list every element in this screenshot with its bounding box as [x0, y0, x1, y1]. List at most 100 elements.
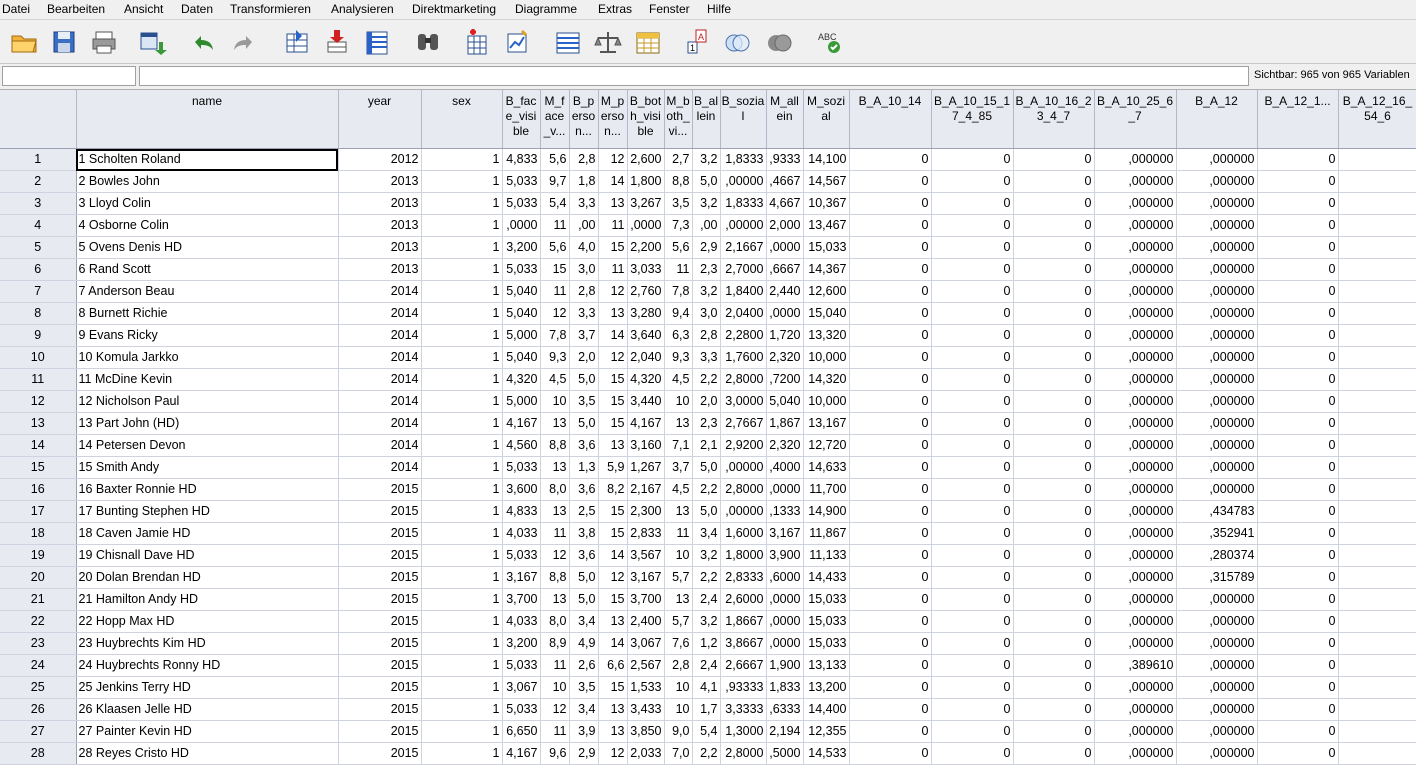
- data-cell[interactable]: ,000000: [1094, 610, 1177, 633]
- data-cell[interactable]: 2,4: [692, 588, 721, 611]
- data-cell[interactable]: 1,3000: [720, 720, 767, 743]
- data-cell[interactable]: 0: [1013, 412, 1095, 435]
- data-cell[interactable]: [1338, 368, 1416, 391]
- data-cell[interactable]: 3,280: [627, 302, 665, 325]
- cell-value-field[interactable]: [139, 66, 1249, 86]
- column-header-b-a-10-14[interactable]: B_A_10_14: [849, 90, 932, 149]
- data-cell[interactable]: 2,9: [692, 236, 721, 259]
- weight-cases-button[interactable]: [591, 26, 625, 58]
- data-cell[interactable]: 3,3: [569, 192, 599, 215]
- data-cell[interactable]: 0: [931, 390, 1014, 413]
- data-cell[interactable]: 1: [421, 214, 503, 237]
- data-cell[interactable]: ,000000: [1094, 456, 1177, 479]
- data-cell[interactable]: [1338, 148, 1416, 171]
- data-cell[interactable]: 14,633: [803, 456, 850, 479]
- data-cell[interactable]: 2,2: [692, 566, 721, 589]
- data-cell[interactable]: [1338, 456, 1416, 479]
- data-cell[interactable]: 2,3: [692, 412, 721, 435]
- cell-name[interactable]: 8 Burnett Richie: [76, 302, 339, 325]
- data-cell[interactable]: 1: [421, 412, 503, 435]
- data-cell[interactable]: 0: [1257, 456, 1339, 479]
- column-header-b-face-visible[interactable]: B_face_visible: [502, 90, 541, 149]
- data-cell[interactable]: [1338, 500, 1416, 523]
- data-cell[interactable]: 11: [540, 280, 570, 303]
- data-cell[interactable]: 0: [1013, 258, 1095, 281]
- menu-diagramme[interactable]: Diagramme: [515, 2, 577, 16]
- data-cell[interactable]: 9,6: [540, 742, 570, 765]
- data-cell[interactable]: 1,720: [766, 324, 804, 347]
- column-header-b-a-12-16-54-6[interactable]: B_A_12_16_54_6: [1338, 90, 1416, 149]
- data-cell[interactable]: 1: [421, 368, 503, 391]
- data-cell[interactable]: 0: [931, 632, 1014, 655]
- cell-name[interactable]: 25 Jenkins Terry HD: [76, 676, 339, 699]
- data-cell[interactable]: 14,100: [803, 148, 850, 171]
- data-cell[interactable]: 15: [598, 588, 628, 611]
- data-cell[interactable]: 1,3: [569, 456, 599, 479]
- data-cell[interactable]: 2,4: [692, 654, 721, 677]
- data-cell[interactable]: 1: [421, 456, 503, 479]
- data-cell[interactable]: 2,033: [627, 742, 665, 765]
- data-cell[interactable]: [1338, 720, 1416, 743]
- data-cell[interactable]: 15: [598, 500, 628, 523]
- data-cell[interactable]: 3,4: [692, 522, 721, 545]
- data-cell[interactable]: ,9333: [766, 148, 804, 171]
- find-button[interactable]: [411, 26, 445, 58]
- row-number[interactable]: 10: [0, 346, 77, 369]
- data-cell[interactable]: [1338, 170, 1416, 193]
- data-cell[interactable]: 2,0: [569, 346, 599, 369]
- cell-name[interactable]: 11 McDine Kevin: [76, 368, 339, 391]
- data-cell[interactable]: 0: [931, 698, 1014, 721]
- data-cell[interactable]: 2,7667: [720, 412, 767, 435]
- row-number[interactable]: 27: [0, 720, 77, 743]
- data-cell[interactable]: ,1333: [766, 500, 804, 523]
- menu-datei[interactable]: Datei: [2, 2, 30, 16]
- data-cell[interactable]: 1: [421, 720, 503, 743]
- data-cell[interactable]: 3,2: [692, 192, 721, 215]
- data-cell[interactable]: 0: [849, 478, 932, 501]
- data-cell[interactable]: 0: [1013, 236, 1095, 259]
- data-cell[interactable]: 2,6: [569, 654, 599, 677]
- data-cell[interactable]: 2,8000: [720, 368, 767, 391]
- data-cell[interactable]: 3,3: [692, 346, 721, 369]
- data-cell[interactable]: 4,833: [502, 148, 541, 171]
- data-cell[interactable]: 1: [421, 566, 503, 589]
- data-cell[interactable]: 14,533: [803, 742, 850, 765]
- data-cell[interactable]: 5,4: [540, 192, 570, 215]
- data-cell[interactable]: 14,367: [803, 258, 850, 281]
- data-cell[interactable]: 2,2: [692, 368, 721, 391]
- data-cell[interactable]: 2015: [338, 478, 422, 501]
- data-cell[interactable]: ,000000: [1094, 698, 1177, 721]
- grid-corner[interactable]: [0, 90, 77, 149]
- column-header-b-a-10-15-17-4-85[interactable]: B_A_10_15_17_4_85: [931, 90, 1014, 149]
- select-cases-button[interactable]: [631, 26, 665, 58]
- data-cell[interactable]: 12: [540, 698, 570, 721]
- data-cell[interactable]: 0: [931, 720, 1014, 743]
- data-cell[interactable]: 0: [931, 742, 1014, 765]
- data-cell[interactable]: ,000000: [1094, 522, 1177, 545]
- data-cell[interactable]: 9,3: [540, 346, 570, 369]
- column-header-b-a-12-1-[interactable]: B_A_12_1...: [1257, 90, 1339, 149]
- data-cell[interactable]: 4,033: [502, 610, 541, 633]
- data-cell[interactable]: 1: [421, 698, 503, 721]
- data-cell[interactable]: 2,6667: [720, 654, 767, 677]
- row-number[interactable]: 18: [0, 522, 77, 545]
- data-cell[interactable]: 2,9200: [720, 434, 767, 457]
- column-header-b-a-12[interactable]: B_A_12: [1176, 90, 1258, 149]
- data-cell[interactable]: 9,7: [540, 170, 570, 193]
- data-cell[interactable]: 2013: [338, 192, 422, 215]
- data-cell[interactable]: [1338, 280, 1416, 303]
- data-cell[interactable]: 2015: [338, 522, 422, 545]
- data-cell[interactable]: 14: [598, 170, 628, 193]
- data-cell[interactable]: 5,033: [502, 170, 541, 193]
- data-cell[interactable]: ,000000: [1094, 434, 1177, 457]
- data-cell[interactable]: 0: [1257, 742, 1339, 765]
- data-cell[interactable]: ,000000: [1094, 412, 1177, 435]
- cell-name[interactable]: 16 Baxter Ronnie HD: [76, 478, 339, 501]
- data-cell[interactable]: 13,320: [803, 324, 850, 347]
- data-cell[interactable]: 5,7: [664, 610, 693, 633]
- goto-variable-button[interactable]: [320, 26, 354, 58]
- data-cell[interactable]: 3,3: [569, 302, 599, 325]
- data-cell[interactable]: 2015: [338, 632, 422, 655]
- cell-name[interactable]: 6 Rand Scott: [76, 258, 339, 281]
- data-cell[interactable]: 1: [421, 500, 503, 523]
